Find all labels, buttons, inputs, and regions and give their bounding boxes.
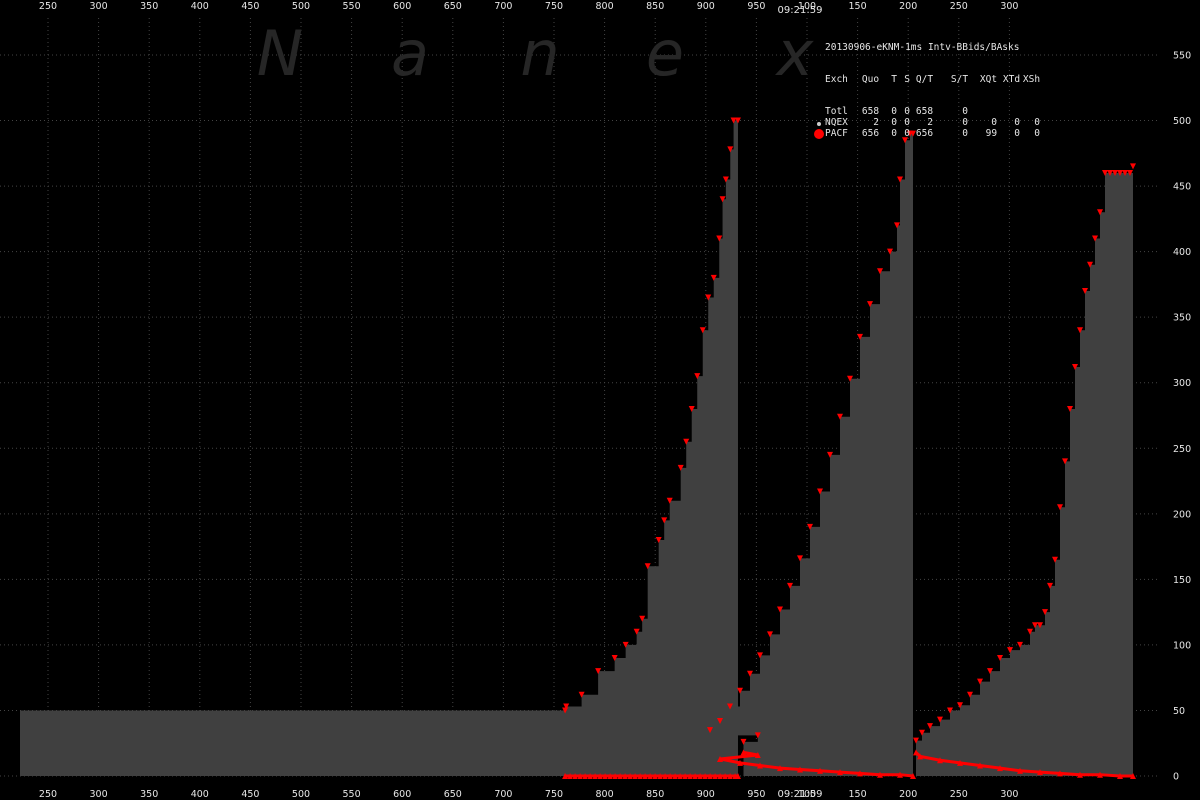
x-tick-label-bottom: 350: [140, 789, 158, 800]
top-time-label: 09:21:59: [778, 5, 823, 16]
y-tick-label: 350: [1173, 313, 1191, 324]
watermark-letter: N: [257, 17, 303, 90]
asks-area-segment: [710, 133, 913, 776]
legend-cell: 656: [915, 127, 934, 139]
legend-header-cell: S: [904, 73, 911, 85]
x-tick-label-bottom: 600: [393, 789, 411, 800]
y-tick-label: 550: [1173, 51, 1191, 62]
y-tick-label: 300: [1173, 378, 1191, 389]
x-tick-label-top: 800: [596, 1, 614, 12]
x-tick-label-top: 300: [1000, 1, 1018, 12]
legend-table: 20130906-eKNM-1ms Intv-BBids/BAsks Exch Q…: [814, 21, 1040, 151]
x-tick-label-bottom: 200: [899, 789, 917, 800]
x-tick-label-top: 150: [849, 1, 867, 12]
legend-row: PACF 656 0 0 656 0 99 0 0: [814, 128, 1040, 140]
legend-cell: 0: [891, 127, 898, 139]
x-tick-label-bottom: 550: [343, 789, 361, 800]
x-tick-label-top: 500: [292, 1, 310, 12]
legend-header-cell: Q/T: [915, 73, 934, 85]
x-tick-label-top: 250: [950, 1, 968, 12]
x-tick-label-bottom: 450: [241, 789, 259, 800]
watermark-letter: n: [520, 17, 559, 90]
x-tick-label-bottom: 250: [39, 789, 57, 800]
legend-cell: 0: [1014, 127, 1021, 139]
x-tick-label-bottom: 300: [1000, 789, 1018, 800]
y-tick-label: 250: [1173, 444, 1191, 455]
x-tick-label-top: 750: [545, 1, 563, 12]
legend-header-cell: XQt: [979, 73, 998, 85]
x-tick-label-bottom: 500: [292, 789, 310, 800]
x-tick-label-top: 550: [343, 1, 361, 12]
y-tick-label: 450: [1173, 182, 1191, 193]
legend-header-cell: S/T: [950, 73, 969, 85]
legend-cell: 0: [962, 127, 969, 139]
asks-area-segment: [20, 120, 738, 776]
x-tick-label-bottom: 100: [798, 789, 816, 800]
x-tick-label-top: 350: [140, 1, 158, 12]
x-tick-label-top: 850: [646, 1, 664, 12]
y-tick-label: 50: [1173, 706, 1185, 717]
x-tick-label-bottom: 400: [191, 789, 209, 800]
x-tick-label-bottom: 300: [90, 789, 108, 800]
legend-header-row: Exch Quo T S Q/T S/T XQt XTd XSh: [815, 74, 1040, 86]
legend-header-cell: XTd: [1002, 73, 1021, 85]
x-tick-label-bottom: 250: [950, 789, 968, 800]
legend-header-cell: Quo: [861, 73, 880, 85]
legend-cell: 0: [1034, 127, 1041, 139]
watermark-letter: a: [391, 17, 429, 90]
watermark-letter: x: [775, 17, 815, 90]
watermark-letter: e: [646, 17, 684, 90]
x-tick-label-top: 450: [241, 1, 259, 12]
legend-header-cell: Exch: [825, 73, 848, 85]
y-tick-label: 100: [1173, 640, 1191, 651]
x-tick-label-bottom: 850: [646, 789, 664, 800]
x-tick-label-bottom: 900: [697, 789, 715, 800]
y-tick-label: 0: [1173, 772, 1179, 783]
x-tick-label-top: 950: [747, 1, 765, 12]
legend-cell: 0: [904, 127, 911, 139]
legend-marker-dot: [817, 121, 821, 126]
y-tick-label: 400: [1173, 247, 1191, 258]
legend-title-row: 20130906-eKNM-1ms Intv-BBids/BAsks: [815, 42, 1019, 54]
y-tick-label: 150: [1173, 575, 1191, 586]
x-tick-label-top: 400: [191, 1, 209, 12]
x-tick-label-bottom: 150: [849, 789, 867, 800]
x-tick-label-top: 900: [697, 1, 715, 12]
legend-cell: PACF: [825, 127, 848, 139]
x-tick-label-bottom: 800: [596, 789, 614, 800]
y-tick-label: 200: [1173, 509, 1191, 520]
x-tick-label-bottom: 750: [545, 789, 563, 800]
y-tick-label: 500: [1173, 116, 1191, 127]
chart-title: 20130906-eKNM-1ms Intv-BBids/BAsks: [825, 41, 1020, 53]
legend-header-cell: T: [891, 73, 898, 85]
legend-rows: Totl 658 0 0 658 0 NQEX 2 0 0 2 0 0 0 0 PACF 656 0 0 656 0 99…: [814, 107, 1040, 140]
x-tick-label-bottom: 650: [444, 789, 462, 800]
x-tick-label-top: 300: [90, 1, 108, 12]
x-tick-label-top: 650: [444, 1, 462, 12]
x-tick-label-top: 700: [494, 1, 512, 12]
x-tick-label-top: 250: [39, 1, 57, 12]
x-tick-label-bottom: 950: [747, 789, 765, 800]
x-tick-label-bottom: 700: [494, 789, 512, 800]
legend-cell: 656: [861, 127, 880, 139]
legend-marker-dot: [814, 129, 824, 140]
ask-marker: [1130, 163, 1136, 170]
x-tick-label-top: 200: [899, 1, 917, 12]
x-tick-label-top: 600: [393, 1, 411, 12]
asks-area-segment: [916, 166, 1133, 777]
nanex-watermark: Na n e x: [257, 17, 815, 90]
legend-cell: 99: [985, 127, 998, 139]
legend-header-cell: XSh: [1022, 73, 1041, 85]
